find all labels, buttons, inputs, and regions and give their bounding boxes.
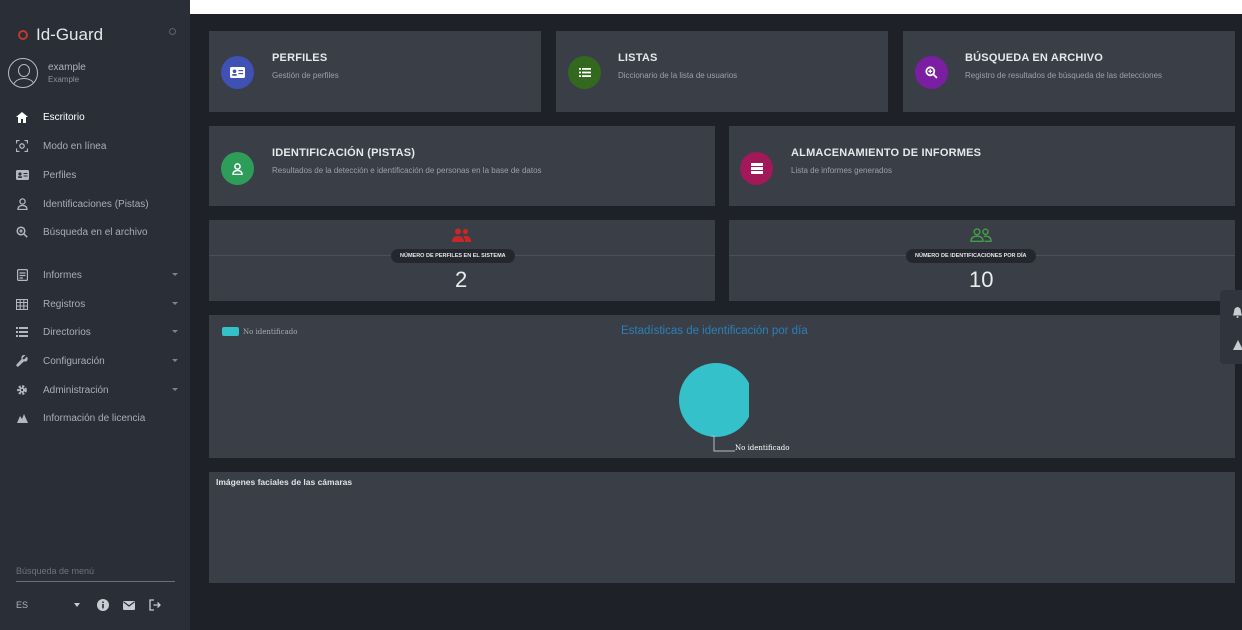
- chevron-down-icon: [172, 330, 178, 333]
- home-icon: [15, 110, 29, 124]
- chart-panel: No identificado Estadísticas de identifi…: [209, 315, 1235, 458]
- bell-icon[interactable]: [1233, 307, 1242, 319]
- sidebar-item-licencia[interactable]: Información de licencia: [0, 408, 190, 428]
- app-name: Id-Guard: [36, 25, 104, 44]
- sidebar: Id-Guard example Example Escritorio Modo…: [0, 0, 190, 630]
- report-icon: [15, 268, 29, 282]
- sidebar-item-registros[interactable]: Registros: [0, 294, 190, 314]
- top-bar: [190, 0, 1242, 14]
- card-almacenamiento[interactable]: ALMACENAMIENTO DE INFORMES Lista de info…: [729, 126, 1235, 206]
- gear-icon: [15, 383, 29, 397]
- chevron-down-icon: [172, 388, 178, 391]
- user-panel[interactable]: example Example: [8, 58, 86, 88]
- user-icon: [221, 152, 254, 185]
- language-dropdown-caret-icon[interactable]: [70, 598, 84, 612]
- avatar: [8, 58, 38, 88]
- chart-title: Estadísticas de identificación por día: [621, 325, 808, 337]
- sidebar-item-escritorio[interactable]: Escritorio: [0, 107, 190, 127]
- stat-profiles: NÚMERO DE PERFILES EN EL SISTEMA 2: [209, 220, 715, 301]
- legend-swatch: [222, 327, 239, 336]
- pie-slice[interactable]: [679, 363, 749, 437]
- logout-icon[interactable]: [148, 598, 162, 612]
- sidebar-item-label: Información de licencia: [43, 412, 146, 424]
- scan-face-icon: [15, 139, 29, 153]
- search-plus-icon: [15, 225, 29, 239]
- wrench-icon: [15, 354, 29, 368]
- info-icon[interactable]: [96, 598, 110, 612]
- sidebar-item-administracion[interactable]: Administración: [0, 380, 190, 400]
- sidebar-item-identificaciones[interactable]: Identificaciones (Pistas): [0, 194, 190, 214]
- app-logo-icon: [18, 30, 28, 40]
- card-subtitle: Resultados de la detección e identificac…: [272, 166, 542, 175]
- card-subtitle: Lista de informes generados: [791, 166, 892, 175]
- sidebar-item-label: Directorios: [43, 326, 91, 338]
- user-name: example: [48, 62, 86, 73]
- chart-legend[interactable]: No identificado: [222, 327, 297, 336]
- legend-label: No identificado: [243, 327, 298, 336]
- license-icon: [15, 411, 29, 425]
- menu-search-input[interactable]: Búsqueda de menú: [16, 566, 175, 582]
- user-icon: [15, 197, 29, 211]
- right-floating-tab[interactable]: [1220, 290, 1242, 364]
- card-title: BÚSQUEDA EN ARCHIVO: [965, 52, 1104, 64]
- card-subtitle: Gestión de perfiles: [272, 71, 339, 80]
- list-icon: [15, 325, 29, 339]
- card-title: ALMACENAMIENTO DE INFORMES: [791, 147, 982, 159]
- sidebar-item-label: Perfiles: [43, 169, 77, 181]
- list-icon: [568, 56, 601, 89]
- sidebar-item-modo-en-linea[interactable]: Modo en línea: [0, 136, 190, 156]
- sidebar-item-perfiles[interactable]: Perfiles: [0, 165, 190, 185]
- stat-value: 2: [455, 267, 468, 292]
- stat-value: 10: [969, 267, 994, 292]
- sidebar-item-label: Configuración: [43, 355, 105, 367]
- card-subtitle: Diccionario de la lista de usuarios: [618, 71, 738, 80]
- brand[interactable]: Id-Guard: [18, 24, 103, 46]
- sidebar-pin-icon[interactable]: [169, 28, 176, 35]
- card-subtitle: Registro de resultados de búsqueda de la…: [965, 71, 1163, 80]
- card-listas[interactable]: LISTAS Diccionario de la lista de usuari…: [556, 31, 888, 112]
- sidebar-item-label: Identificaciones (Pistas): [43, 198, 149, 210]
- card-title: IDENTIFICACIÓN (PISTAS): [272, 147, 416, 159]
- sidebar-item-configuracion[interactable]: Configuración: [0, 351, 190, 371]
- faces-panel: Imágenes faciales de las cámaras: [209, 472, 1235, 583]
- pie-slice-label: No identificado: [735, 444, 790, 452]
- language-selector[interactable]: ES: [16, 600, 70, 610]
- stat-identifications: NÚMERO DE IDENTIFICACIONES POR DÍA 10: [729, 220, 1235, 301]
- sidebar-footer: ES: [16, 596, 186, 614]
- table-icon: [15, 297, 29, 311]
- sidebar-item-informes[interactable]: Informes: [0, 265, 190, 285]
- stat-label: NÚMERO DE IDENTIFICACIONES POR DÍA: [906, 249, 1036, 263]
- card-identificacion[interactable]: IDENTIFICACIÓN (PISTAS) Resultados de la…: [209, 126, 715, 206]
- storage-icon: [740, 152, 773, 185]
- chevron-down-icon: [172, 359, 178, 362]
- users-outline-icon: [970, 228, 992, 246]
- search-plus-icon: [915, 56, 948, 89]
- users-icon: [451, 228, 471, 246]
- chevron-down-icon: [172, 302, 178, 305]
- pie-label-leader-line: [711, 435, 735, 452]
- sidebar-item-label: Registros: [43, 298, 86, 310]
- sidebar-item-label: Búsqueda en el archivo: [43, 226, 148, 238]
- card-title: LISTAS: [618, 52, 658, 64]
- id-card-icon: [15, 168, 29, 182]
- sidebar-item-label: Informes: [43, 269, 82, 281]
- mail-icon[interactable]: [122, 598, 136, 612]
- warning-icon[interactable]: [1233, 340, 1242, 352]
- sidebar-item-directorios[interactable]: Directorios: [0, 322, 190, 342]
- stat-label: NÚMERO DE PERFILES EN EL SISTEMA: [391, 249, 515, 263]
- chevron-down-icon: [172, 273, 178, 276]
- card-perfiles[interactable]: PERFILES Gestión de perfiles: [209, 31, 541, 112]
- sidebar-item-label: Modo en línea: [43, 140, 107, 152]
- sidebar-item-label: Administración: [43, 384, 109, 396]
- card-busqueda-archivo[interactable]: BÚSQUEDA EN ARCHIVO Registro de resultad…: [903, 31, 1235, 112]
- sidebar-item-busqueda[interactable]: Búsqueda en el archivo: [0, 222, 190, 242]
- sidebar-item-label: Escritorio: [43, 111, 85, 123]
- user-role: Example: [48, 75, 80, 84]
- card-title: PERFILES: [272, 52, 328, 64]
- id-card-icon: [221, 56, 254, 89]
- faces-panel-title: Imágenes faciales de las cámaras: [216, 477, 353, 487]
